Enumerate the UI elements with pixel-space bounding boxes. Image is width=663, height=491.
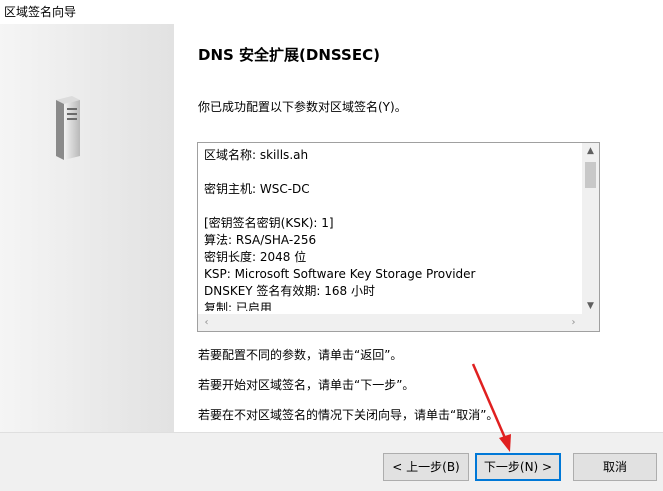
server-icon (56, 96, 80, 160)
scroll-down-icon[interactable]: ▼ (582, 298, 599, 315)
summary-text-box[interactable]: 区域名称: skills.ah 密钥主机: WSC-DC [密钥签名密钥(KSK… (197, 142, 600, 332)
hint-next: 若要开始对区域签名，请单击“下一步”。 (198, 378, 415, 392)
summary-line: KSP: Microsoft Software Key Storage Prov… (204, 267, 476, 281)
summary-line: 密钥长度: 2048 位 (204, 250, 307, 264)
hint-cancel: 若要在不对区域签名的情况下关闭向导，请单击“取消”。 (198, 408, 499, 422)
summary-line: 区域名称: skills.ah (204, 148, 309, 162)
page-heading: DNS 安全扩展(DNSSEC) (198, 46, 380, 64)
scroll-up-icon[interactable]: ▲ (582, 143, 599, 160)
intro-text: 你已成功配置以下参数对区域签名(Y)。 (198, 100, 407, 114)
summary-line: DNSKEY 签名有效期: 168 小时 (204, 284, 376, 298)
wizard-footer: < 上一步(B) 下一步(N) > 取消 (0, 432, 663, 491)
scroll-left-icon[interactable]: ‹ (198, 314, 215, 331)
summary-line (204, 198, 584, 215)
wizard-side-panel (0, 24, 174, 432)
hint-back: 若要配置不同的参数，请单击“返回”。 (198, 348, 403, 362)
scrollbar-corner (582, 314, 599, 331)
summary-line: 复制: 已启用 (204, 301, 272, 311)
summary-line: [密钥签名密钥(KSK): 1] (204, 216, 334, 230)
vertical-scrollbar[interactable]: ▲ ▼ (582, 143, 599, 315)
scroll-thumb[interactable] (585, 162, 596, 188)
horizontal-scrollbar[interactable]: ‹ › (198, 314, 582, 331)
cancel-button[interactable]: 取消 (573, 453, 657, 481)
wizard-content: DNS 安全扩展(DNSSEC) 你已成功配置以下参数对区域签名(Y)。 区域名… (174, 24, 663, 432)
back-button[interactable]: < 上一步(B) (383, 453, 469, 481)
summary-line (204, 164, 584, 181)
summary-line: 算法: RSA/SHA-256 (204, 233, 317, 247)
title-bar: 区域签名向导 (0, 0, 663, 24)
next-button[interactable]: 下一步(N) > (475, 453, 561, 481)
summary-lines: 区域名称: skills.ah 密钥主机: WSC-DC [密钥签名密钥(KSK… (204, 147, 584, 311)
window-title: 区域签名向导 (4, 5, 77, 19)
summary-line: 密钥主机: WSC-DC (204, 182, 310, 196)
scroll-right-icon[interactable]: › (565, 314, 582, 331)
